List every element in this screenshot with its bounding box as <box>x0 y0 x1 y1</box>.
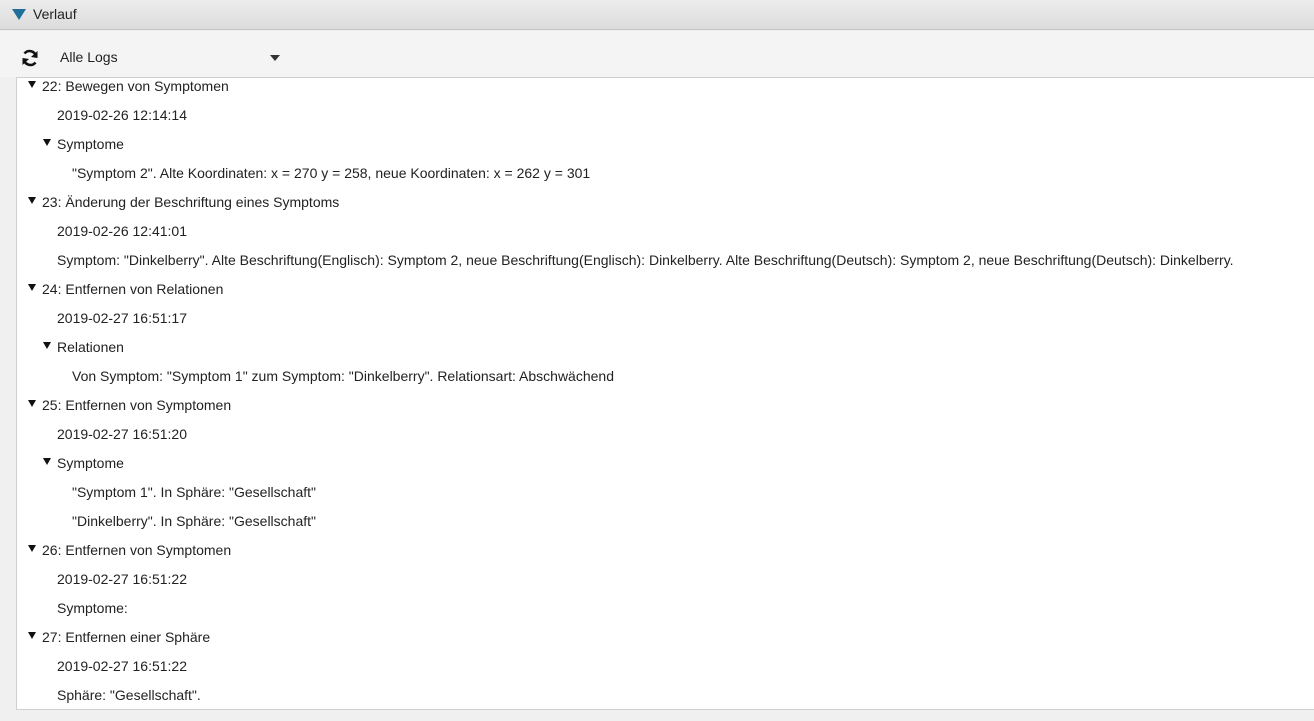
log-filter-value: Alle Logs <box>60 49 118 65</box>
timestamp-text: 2019-02-26 12:14:14 <box>57 107 187 123</box>
toolbar: Alle Logs <box>0 31 1314 77</box>
expand-triangle-icon[interactable] <box>43 139 51 146</box>
expand-triangle-icon[interactable] <box>43 342 51 349</box>
detail-text: Symptom: "Dinkelberry". Alte Beschriftun… <box>57 252 1234 268</box>
item-text: "Dinkelberry". In Sphäre: "Gesellschaft" <box>72 513 316 529</box>
detail-text: Symptome: <box>57 600 128 616</box>
log-tree[interactable]: 22: Bewegen von Symptomen 2019-02-26 12:… <box>16 77 1314 710</box>
timestamp-text: 2019-02-27 16:51:17 <box>57 310 187 326</box>
collapse-arrow-icon[interactable] <box>12 9 26 20</box>
expand-triangle-icon[interactable] <box>28 632 36 639</box>
log-entry-title: 26: Entfernen von Symptomen <box>42 542 232 558</box>
group-label: Symptome <box>57 136 124 152</box>
expand-triangle-icon[interactable] <box>28 284 36 291</box>
item-text: "Symptom 2". Alte Koordinaten: x = 270 y… <box>72 165 591 181</box>
timestamp-text: 2019-02-27 16:51:22 <box>57 571 187 587</box>
expand-triangle-icon[interactable] <box>28 400 36 407</box>
group-label: Relationen <box>57 339 124 355</box>
detail-text: Sphäre: "Gesellschaft". <box>57 687 201 703</box>
log-entry-title: 27: Entfernen einer Sphäre <box>42 629 211 645</box>
expand-triangle-icon[interactable] <box>43 458 51 465</box>
expand-triangle-icon[interactable] <box>28 81 36 88</box>
item-text: Von Symptom: "Symptom 1" zum Symptom: "D… <box>72 368 614 384</box>
timestamp-text: 2019-02-26 12:41:01 <box>57 223 187 239</box>
panel-title: Verlauf <box>33 6 77 22</box>
refresh-icon[interactable] <box>20 48 40 68</box>
group-label: Symptome <box>57 455 124 471</box>
timestamp-text: 2019-02-27 16:51:20 <box>57 426 187 442</box>
chevron-down-icon <box>270 55 280 61</box>
log-filter-select[interactable]: Alle Logs <box>50 46 290 70</box>
item-text: "Symptom 1". In Sphäre: "Gesellschaft" <box>72 484 316 500</box>
log-entry-title: 23: Änderung der Beschriftung eines Symp… <box>42 194 340 210</box>
log-entry-title: 25: Entfernen von Symptomen <box>42 397 232 413</box>
timestamp-text: 2019-02-27 16:51:22 <box>57 658 187 674</box>
log-entry-title: 24: Entfernen von Relationen <box>42 281 224 297</box>
expand-triangle-icon[interactable] <box>28 197 36 204</box>
log-entry-title: 22: Bewegen von Symptomen <box>42 78 229 94</box>
panel-titlebar[interactable]: Verlauf <box>0 0 1314 30</box>
expand-triangle-icon[interactable] <box>28 545 36 552</box>
